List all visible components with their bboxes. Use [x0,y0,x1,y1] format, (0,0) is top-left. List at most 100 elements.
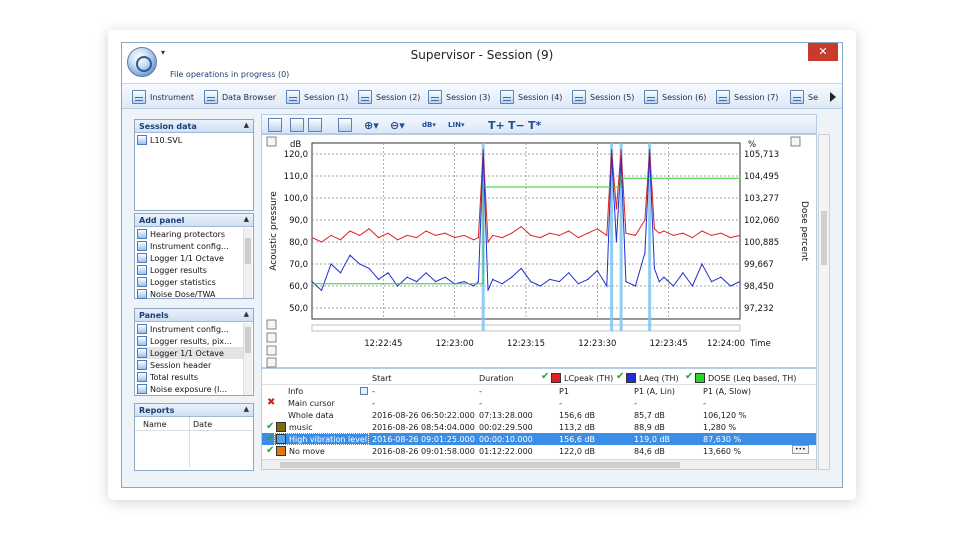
list-item[interactable]: Noise exposure (l... [137,383,251,395]
left-unit-label: dB [290,140,301,150]
list-item[interactable]: Noise Dose/TWA [137,288,251,300]
col-laeq[interactable]: LAeq (TH) [639,374,679,383]
panel-header[interactable]: Add panel ▲ [135,214,253,227]
list-item[interactable]: Hearing protectors [137,228,251,240]
list-item-label: Logger results [150,265,207,275]
check-icon[interactable]: ✔ [266,421,274,432]
collapse-icon[interactable]: ▲ [244,405,249,413]
tab-session-6[interactable]: Session (6) [644,88,706,106]
zoom-out-button[interactable]: ⊖▾ [390,117,405,133]
stop-icon[interactable] [266,345,277,356]
data-point [330,234,332,236]
horizontal-scrollbar[interactable] [262,459,816,469]
data-point [473,239,475,241]
data-point [596,228,598,230]
tab-scroll-right-icon[interactable] [830,92,836,102]
scrollbar[interactable] [243,323,252,395]
scrollbar[interactable] [243,228,252,298]
scroll-up-icon[interactable] [790,136,801,147]
cell-lcpeak: 122,0 dB [559,447,596,456]
zoom-fit-button[interactable] [308,117,322,133]
panel-header[interactable]: Panels ▲ [135,309,253,322]
tab-data-browser[interactable]: Data Browser [204,88,276,106]
zoom-region-button[interactable] [290,117,304,133]
list-item[interactable]: Session header [137,359,251,371]
expand-icon[interactable] [266,319,277,330]
y-right-tick-label: 103,277 [744,194,779,204]
info-filter-icon[interactable] [360,387,368,395]
tab-session-1[interactable]: Session (1) [286,88,348,106]
list-item[interactable]: Logger 1/1 Octave [137,347,251,359]
check-icon[interactable]: ✔ [685,371,693,382]
row-color-swatch[interactable] [276,422,286,432]
vertical-scrollbar[interactable] [818,134,830,470]
list-item-label: Noise exposure (l... [150,384,228,394]
reports-col-name[interactable]: Name [143,420,167,429]
zoom-in-button[interactable]: ⊕▾ [364,117,379,133]
col-duration[interactable]: Duration [479,374,514,383]
time-history-chart[interactable]: 120,0 105,713 110,0 104,495 100,0 103,277 90,0… [262,135,818,369]
list-item[interactable]: Total results [137,371,251,383]
lin-weighting-button[interactable]: LIN ▾ [448,117,464,133]
tab-session-2[interactable]: Session (2) [358,88,420,106]
data-point [349,230,351,232]
col-start[interactable]: Start [372,374,392,383]
list-item[interactable]: Logger results, pix... [137,335,251,347]
list-item[interactable]: Instrument config... [137,240,251,252]
row-color-swatch[interactable] [276,446,286,456]
table-row[interactable]: ✔ High vibration level 2016-08-26 09:01:25… [262,433,816,445]
tab-session-5[interactable]: Session (5) [572,88,634,106]
data-point [492,234,494,236]
more-button[interactable]: ••• [792,445,809,454]
cell-lcpeak: 156,6 dB [559,435,596,444]
marker-options-button[interactable]: T* [528,117,541,133]
panel-settings-button[interactable] [268,117,282,133]
quick-access-dropdown-icon[interactable]: ▾ [161,48,165,57]
tab-session-7[interactable]: Session (7) [716,88,778,106]
y-right-axis-title: Dose percent [799,201,809,261]
data-point [649,153,651,155]
table-row[interactable]: ✔ No move 2016-08-26 09:01:58.000 01:12:22.… [262,445,816,457]
db-scale-button[interactable]: dB ▾ [422,117,436,133]
collapse-icon[interactable]: ▲ [244,310,249,318]
col-dose[interactable]: DOSE (Leq based, TH) [708,374,796,383]
app-menu-orb-icon[interactable] [127,47,157,77]
scroll-down-icon[interactable] [266,357,277,368]
check-icon[interactable]: ✔ [541,371,549,382]
add-marker-button[interactable]: T+ [488,117,505,133]
chart-type-button[interactable] [338,117,352,133]
panel-icon [137,229,147,239]
panel-icon [137,348,147,358]
fit-icon[interactable] [266,332,277,343]
data-point [416,237,418,239]
check-icon[interactable]: ✔ [616,371,624,382]
close-button[interactable]: ✕ [808,43,838,61]
collapse-icon[interactable]: ▲ [244,121,249,129]
table-row[interactable]: ✔ music 2016-08-26 08:54:04.000 00:02:29.50… [262,421,816,433]
list-item[interactable]: L10.SVL [137,134,251,146]
reports-col-date[interactable]: Date [193,420,212,429]
list-item[interactable]: Logger statistics [137,276,251,288]
tab-se[interactable]: Se [790,88,818,106]
table-row[interactable]: Whole data 2016-08-26 06:50:22.000 07:13:2… [262,409,816,421]
panel-header[interactable]: Reports ▲ [135,404,253,417]
tab-session-4[interactable]: Session (4) [500,88,562,106]
tab-instrument[interactable]: Instrument [132,88,194,106]
list-item[interactable]: Logger 1/1 Octave [137,252,251,264]
panel-header[interactable]: Session data ▲ [135,120,253,133]
list-item[interactable]: Logger results [137,264,251,276]
overview-strip[interactable] [311,324,741,332]
check-icon[interactable]: ✔ [266,445,274,456]
cell-lcpeak: 156,6 dB [559,411,596,420]
col-lcpeak[interactable]: LCpeak (TH) [564,374,613,383]
chart-panel: 120,0 105,713 110,0 104,495 100,0 103,277 90,0… [261,134,817,368]
scroll-up-icon[interactable] [266,136,277,147]
list-item[interactable]: Instrument config... [137,323,251,335]
table-row[interactable]: ✖ Main cursor - - - - - [262,397,816,409]
tab-session-3[interactable]: Session (3) [428,88,490,106]
data-point [568,230,570,232]
tab-label: Instrument [150,92,195,102]
collapse-icon[interactable]: ▲ [244,215,249,223]
delete-icon[interactable]: ✖ [267,397,275,408]
remove-marker-button[interactable]: T− [508,117,525,133]
